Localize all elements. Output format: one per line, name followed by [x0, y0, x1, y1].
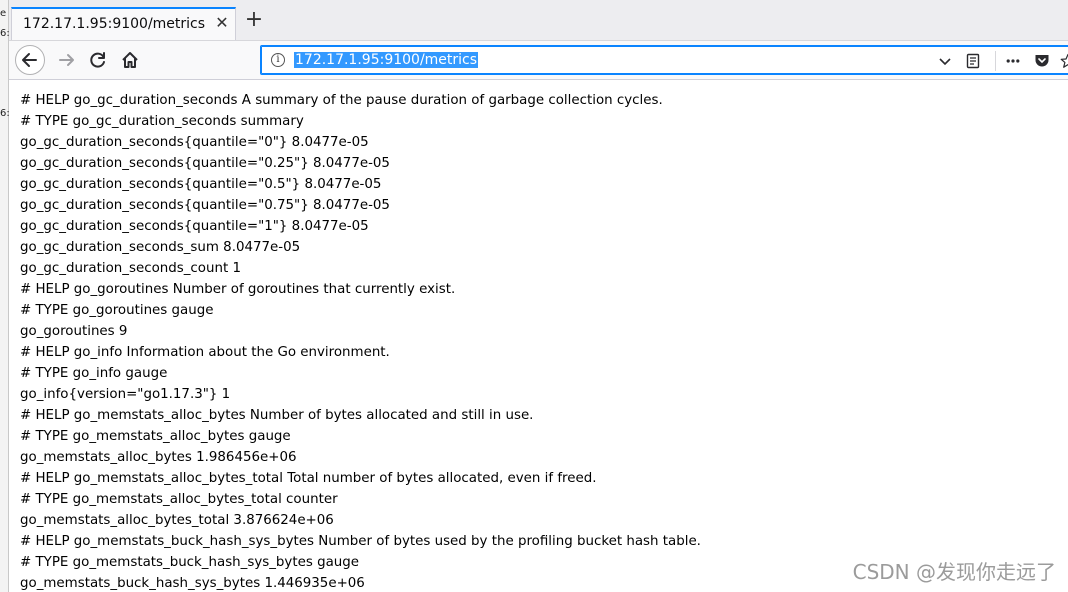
edge-char: e	[0, 8, 7, 19]
address-bar[interactable]: i 172.17.1.95:9100/metrics	[260, 45, 1068, 75]
metric-line: # TYPE go_memstats_buck_hash_sys_bytes g…	[20, 555, 359, 570]
metric-line: go_gc_duration_seconds{quantile="0.25"} …	[20, 156, 390, 171]
reader-view-icon[interactable]	[965, 53, 981, 69]
metric-line: # HELP go_goroutines Number of goroutine…	[20, 282, 456, 297]
metric-line: go_gc_duration_seconds_sum 8.0477e-05	[20, 240, 301, 255]
metric-line: go_memstats_alloc_bytes_total 3.876624e+…	[20, 513, 334, 528]
metric-line: go_gc_duration_seconds{quantile="0.75"} …	[20, 198, 390, 213]
background-window-edge: e 6: 6:	[0, 0, 10, 592]
close-icon[interactable]: ✕	[213, 14, 231, 32]
reload-icon	[90, 52, 105, 68]
metric-line: go_gc_duration_seconds{quantile="1"} 8.0…	[20, 219, 369, 234]
pocket-icon[interactable]	[1034, 53, 1050, 69]
dropdown-icon[interactable]	[937, 53, 953, 69]
metric-line: # TYPE go_goroutines gauge	[20, 303, 214, 318]
tab-bar: 172.17.1.95:9100/metrics ✕ +	[9, 0, 1068, 41]
metric-line: # HELP go_memstats_alloc_bytes_total Tot…	[20, 471, 597, 486]
reload-button[interactable]	[88, 50, 108, 70]
back-button[interactable]	[15, 45, 45, 75]
browser-window: 172.17.1.95:9100/metrics ✕ + i 172.17.1.…	[9, 0, 1068, 592]
new-tab-button[interactable]: +	[243, 7, 265, 32]
metric-line: go_memstats_buck_hash_sys_bytes 1.446935…	[20, 576, 365, 591]
forward-button[interactable]	[57, 50, 77, 70]
watermark: CSDN @发现你走远了	[852, 560, 1056, 584]
home-button[interactable]	[120, 50, 140, 70]
url-field[interactable]: 172.17.1.95:9100/metrics	[294, 52, 479, 68]
metric-line: go_info{version="go1.17.3"} 1	[20, 387, 231, 402]
navigation-toolbar: i 172.17.1.95:9100/metrics	[9, 41, 1068, 80]
forward-arrow-icon	[59, 54, 74, 66]
metric-line: # TYPE go_memstats_alloc_bytes_total cou…	[20, 492, 338, 507]
divider	[995, 51, 996, 71]
metric-line: go_gc_duration_seconds{quantile="0"} 8.0…	[20, 135, 369, 150]
metric-line: go_gc_duration_seconds{quantile="0.5"} 8…	[20, 177, 382, 192]
metric-line: # HELP go_memstats_alloc_bytes Number of…	[20, 408, 534, 423]
metric-line: # HELP go_memstats_buck_hash_sys_bytes N…	[20, 534, 701, 549]
metric-line: # HELP go_gc_duration_seconds A summary …	[20, 93, 663, 108]
tab-title: 172.17.1.95:9100/metrics	[23, 16, 206, 32]
home-icon	[122, 52, 138, 68]
bookmark-star-icon[interactable]	[1060, 53, 1068, 69]
page-content: # HELP go_gc_duration_seconds A summary …	[9, 80, 1068, 592]
back-arrow-icon	[22, 53, 37, 67]
metric-line: # TYPE go_gc_duration_seconds summary	[20, 114, 304, 129]
info-icon[interactable]: i	[271, 53, 285, 67]
metric-line: # TYPE go_memstats_alloc_bytes gauge	[20, 429, 291, 444]
more-icon[interactable]	[1005, 53, 1021, 69]
metric-line: go_gc_duration_seconds_count 1	[20, 261, 241, 276]
metric-line: go_goroutines 9	[20, 324, 128, 339]
metric-line: # HELP go_info Information about the Go …	[20, 345, 390, 360]
metrics-text: # HELP go_gc_duration_seconds A summary …	[20, 90, 701, 592]
plus-icon: +	[244, 7, 264, 32]
metric-line: # TYPE go_info gauge	[20, 366, 168, 381]
metric-line: go_memstats_alloc_bytes 1.986456e+06	[20, 450, 297, 465]
tab-active[interactable]: 172.17.1.95:9100/metrics ✕	[11, 7, 236, 40]
